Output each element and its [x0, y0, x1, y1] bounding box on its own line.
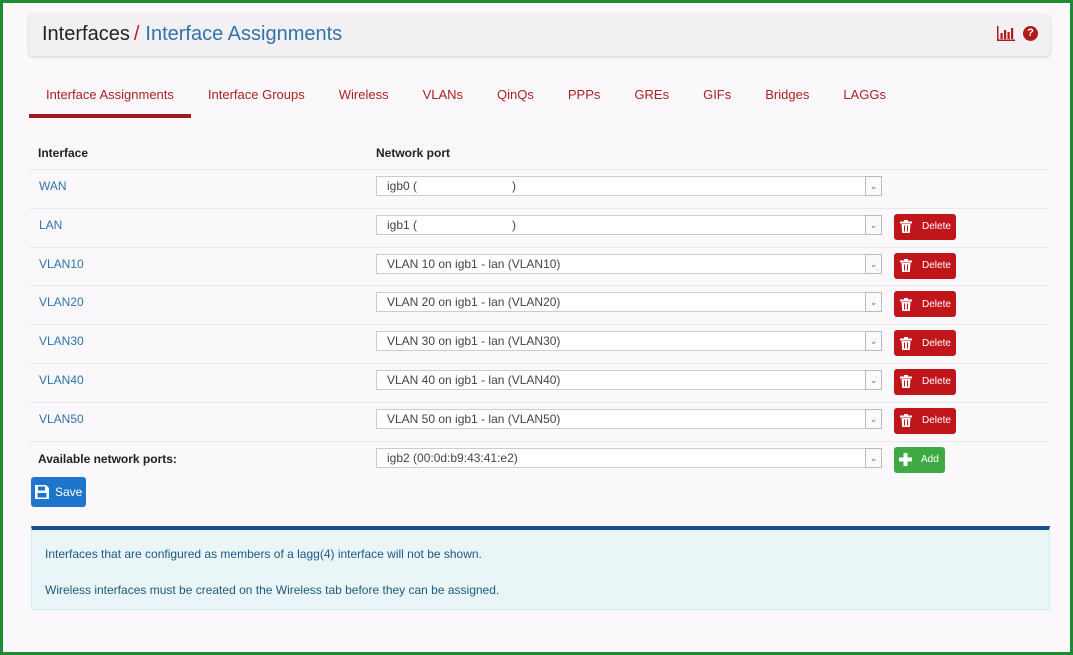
trash-icon [900, 220, 912, 234]
table-row: VLAN20 VLAN 20 on igb1 - lan (VLAN20) ⌄ … [29, 285, 1050, 324]
tab-qinqs[interactable]: QinQs [480, 77, 551, 115]
delete-label: Delete [922, 415, 951, 427]
select-value: igb2 (00:0d:b9:43:41:e2) [387, 450, 518, 465]
table-row: VLAN10 VLAN 10 on igb1 - lan (VLAN10) ⌄ … [29, 246, 1050, 286]
select-value: VLAN 10 on igb1 - lan (VLAN10) [387, 256, 561, 271]
tab-interface-groups[interactable]: Interface Groups [191, 77, 322, 115]
add-button[interactable]: Add [894, 446, 945, 473]
breadcrumb-current[interactable]: Interface Assignments [145, 23, 342, 45]
table-header: Interface Network port [29, 135, 1050, 169]
network-port-select[interactable]: VLAN 20 on igb1 - lan (VLAN20) ⌄ [376, 292, 882, 313]
trash-icon [900, 297, 912, 311]
chevron-down-icon[interactable]: ⌄ [865, 369, 882, 390]
network-port-select[interactable]: VLAN 10 on igb1 - lan (VLAN10) ⌄ [376, 253, 882, 274]
delete-label: Delete [922, 337, 951, 349]
add-label: Add [921, 454, 939, 466]
chevron-down-icon[interactable]: ⌄ [865, 408, 882, 429]
info-panel: Interfaces that are configured as member… [31, 526, 1050, 610]
network-port-select[interactable]: VLAN 40 on igb1 - lan (VLAN40) ⌄ [376, 369, 882, 390]
interface-link-vlan10[interactable]: VLAN10 [39, 257, 84, 271]
tab-gifs[interactable]: GIFs [686, 77, 748, 115]
select-value-suffix: ) [512, 217, 517, 232]
delete-label: Delete [922, 260, 951, 272]
network-port-select[interactable]: igb0 () ⌄ [376, 176, 882, 196]
delete-button[interactable]: Delete [894, 368, 956, 395]
interface-link-lan[interactable]: LAN [39, 218, 62, 232]
column-header-network-port: Network port [376, 146, 451, 160]
tab-ppps[interactable]: PPPs [551, 77, 618, 115]
breadcrumb-root[interactable]: Interfaces [42, 23, 130, 45]
tab-bridges[interactable]: Bridges [748, 77, 826, 115]
tab-laggs[interactable]: LAGGs [826, 77, 903, 115]
network-port-select[interactable]: igb1 () ⌄ [376, 214, 882, 235]
network-port-select[interactable]: VLAN 30 on igb1 - lan (VLAN30) ⌄ [376, 331, 882, 352]
interface-link-vlan40[interactable]: VLAN40 [39, 373, 84, 387]
network-port-select[interactable]: VLAN 50 on igb1 - lan (VLAN50) ⌄ [376, 408, 882, 429]
table-row: LAN igb1 () ⌄ Delete [29, 207, 1050, 247]
select-value-suffix: ) [512, 179, 517, 194]
redacted-mac [417, 217, 513, 234]
select-value-prefix: igb0 ( [387, 179, 418, 194]
info-text-wireless: Wireless interfaces must be created on t… [45, 583, 500, 597]
select-value: VLAN 40 on igb1 - lan (VLAN40) [387, 372, 561, 387]
chevron-down-icon[interactable]: ⌄ [865, 292, 882, 313]
tab-vlans[interactable]: VLANs [406, 77, 480, 115]
redacted-mac [417, 179, 513, 195]
help-icon[interactable]: ? [1023, 26, 1038, 41]
select-value: VLAN 30 on igb1 - lan (VLAN30) [387, 334, 561, 349]
chevron-down-icon[interactable]: ⌄ [865, 447, 882, 468]
available-ports-select[interactable]: igb2 (00:0d:b9:43:41:e2) ⌄ [376, 447, 882, 468]
delete-label: Delete [922, 221, 951, 233]
tab-gres[interactable]: GREs [617, 77, 686, 115]
table-row: VLAN50 VLAN 50 on igb1 - lan (VLAN50) ⌄ … [29, 401, 1050, 441]
select-value: VLAN 50 on igb1 - lan (VLAN50) [387, 411, 561, 426]
available-ports-row: Available network ports: igb2 (00:0d:b9:… [29, 440, 1050, 480]
info-text-lagg: Interfaces that are configured as member… [45, 547, 482, 561]
delete-button[interactable]: Delete [894, 291, 956, 318]
interface-link-wan[interactable]: WAN [39, 179, 67, 193]
delete-label: Delete [922, 376, 951, 388]
table-row: VLAN30 VLAN 30 on igb1 - lan (VLAN30) ⌄ … [29, 324, 1050, 363]
breadcrumb: Interfaces / Interface Assignments [42, 23, 342, 46]
select-value: VLAN 20 on igb1 - lan (VLAN20) [387, 295, 561, 310]
trash-icon [900, 336, 912, 350]
column-header-interface: Interface [38, 146, 89, 160]
delete-button[interactable]: Delete [894, 330, 956, 357]
interface-link-vlan20[interactable]: VLAN20 [39, 295, 84, 309]
plus-icon [899, 453, 912, 467]
trash-icon [900, 414, 912, 428]
chevron-down-icon[interactable]: ⌄ [865, 176, 882, 196]
save-label: Save [55, 485, 83, 499]
trash-icon [900, 259, 912, 273]
assignments-table: Interface Network port WAN igb0 () ⌄ LAN… [29, 135, 1050, 479]
select-value-prefix: igb1 ( [387, 217, 418, 232]
delete-button[interactable]: Delete [894, 407, 956, 434]
interface-link-vlan50[interactable]: VLAN50 [39, 412, 84, 426]
tab-wireless[interactable]: Wireless [322, 77, 406, 115]
table-row: WAN igb0 () ⌄ [29, 169, 1050, 208]
page-header: Interfaces / Interface Assignments ? [29, 14, 1050, 56]
save-button[interactable]: Save [31, 477, 86, 507]
available-ports-label: Available network ports: [38, 451, 177, 466]
breadcrumb-separator: / [133, 23, 140, 45]
chart-icon[interactable] [997, 26, 1015, 41]
table-row: VLAN40 VLAN 40 on igb1 - lan (VLAN40) ⌄ … [29, 362, 1050, 402]
interface-link-vlan30[interactable]: VLAN30 [39, 334, 84, 348]
delete-button[interactable]: Delete [894, 252, 956, 279]
chevron-down-icon[interactable]: ⌄ [865, 214, 882, 235]
chevron-down-icon[interactable]: ⌄ [865, 253, 882, 274]
chevron-down-icon[interactable]: ⌄ [865, 331, 882, 352]
save-icon [35, 485, 49, 499]
delete-label: Delete [922, 298, 951, 310]
tab-bar: Interface Assignments Interface Groups W… [29, 77, 903, 118]
trash-icon [900, 375, 912, 389]
tab-interface-assignments[interactable]: Interface Assignments [29, 77, 191, 118]
header-icons: ? [997, 26, 1038, 41]
delete-button[interactable]: Delete [894, 213, 956, 240]
